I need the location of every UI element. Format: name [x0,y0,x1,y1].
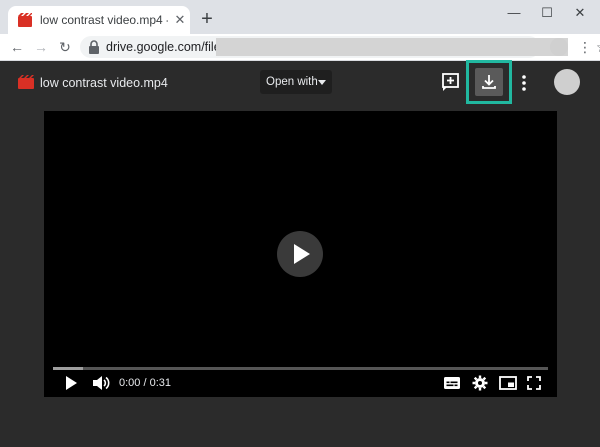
browser-toolbar: ← → ↻ drive.google.com/file ☆ ⋮ [0,34,600,61]
lock-icon [89,40,99,54]
tab-strip: low contrast video.mp4 - Google Drive ✕ … [0,0,600,34]
browser-menu-icon[interactable]: ⋮ [578,38,592,56]
fullscreen-icon[interactable] [527,375,541,391]
bookmark-star-icon[interactable]: ☆ [596,40,600,54]
back-button[interactable]: ← [8,38,26,56]
volume-icon[interactable] [92,375,110,391]
time-display: 0:00 / 0:31 [119,377,171,389]
download-icon [482,75,496,89]
reload-button[interactable]: ↻ [56,38,74,56]
subtitles-icon[interactable] [444,375,460,391]
tab-title: low contrast video.mp4 - Google Drive [40,13,168,27]
minimize-button[interactable]: — [500,4,528,22]
video-file-icon [18,13,32,27]
miniplayer-icon[interactable] [499,375,517,391]
file-name: low contrast video.mp4 [40,76,168,90]
settings-icon[interactable] [472,375,488,391]
drive-viewer-header: low contrast video.mp4 Open with [0,60,600,105]
progress-played [53,367,83,370]
profile-avatar[interactable] [550,38,568,56]
browser-tab[interactable]: low contrast video.mp4 - Google Drive ✕ [8,6,190,34]
url-redaction [216,38,568,56]
add-comment-icon[interactable] [440,71,462,93]
url-text: drive.google.com/file [106,40,221,54]
tab-close-button[interactable]: ✕ [172,12,188,28]
window-close-button[interactable]: ✕ [566,4,594,22]
open-with-button[interactable]: Open with [260,70,332,94]
address-bar[interactable]: drive.google.com/file ☆ [80,36,600,58]
chevron-down-icon [318,80,326,85]
new-tab-button[interactable]: + [198,9,216,29]
more-vert-icon[interactable] [518,73,530,93]
open-with-label: Open with [266,76,318,88]
video-player[interactable]: 0:00 / 0:31 [44,111,557,397]
download-highlight [466,60,512,104]
account-avatar[interactable] [554,69,580,95]
big-play-button[interactable] [277,231,323,277]
video-file-icon [18,75,34,89]
forward-button[interactable]: → [32,38,50,56]
play-icon[interactable] [64,375,78,391]
download-button[interactable] [475,68,503,96]
maximize-button[interactable]: ☐ [533,4,561,22]
progress-bar[interactable] [53,367,548,370]
play-icon [294,244,310,264]
